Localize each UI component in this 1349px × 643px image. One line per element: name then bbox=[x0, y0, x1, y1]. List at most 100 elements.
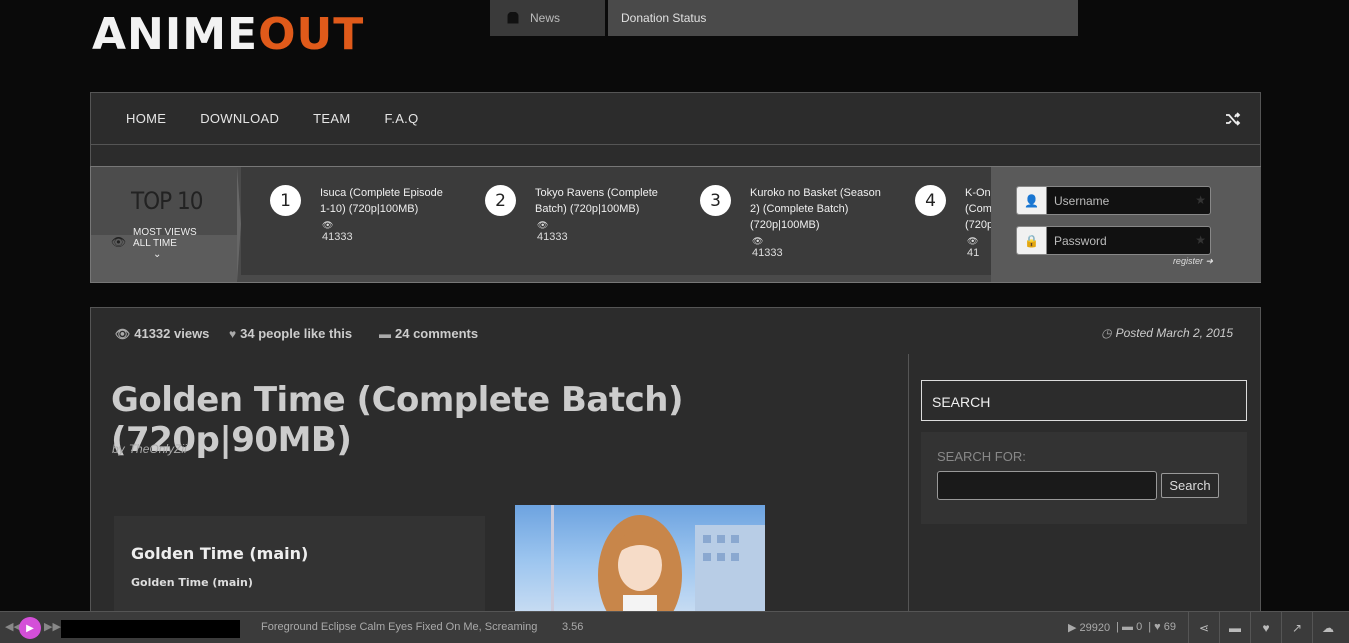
info-box-subheading: Golden Time (main) bbox=[131, 576, 253, 589]
user-icon: 👤 bbox=[1017, 187, 1047, 214]
by-label: by bbox=[112, 442, 125, 456]
views-stat: 👁 41332 views bbox=[115, 326, 209, 341]
filter-most-views: MOST VIEWS bbox=[133, 227, 197, 238]
menu-faq[interactable]: F.A.Q bbox=[384, 111, 418, 126]
heart-icon: ♥ bbox=[229, 326, 237, 341]
next-icon[interactable]: ▶▶ bbox=[44, 620, 61, 633]
register-link[interactable]: register ➜ bbox=[1173, 256, 1213, 267]
views-count: 41333 bbox=[752, 247, 783, 259]
redacted-artist bbox=[61, 620, 240, 638]
star-icon: ★ bbox=[1195, 193, 1206, 207]
eye-icon: 👁 bbox=[537, 220, 549, 230]
views-text: 41332 views bbox=[134, 326, 210, 341]
play-button[interactable]: ▶ bbox=[19, 617, 41, 639]
news-label: News bbox=[530, 11, 561, 25]
logo-text-anime: ANIME bbox=[92, 9, 259, 60]
rank-number: 3 bbox=[700, 185, 731, 216]
eye-icon: 👁 bbox=[752, 236, 764, 246]
rank-number: 4 bbox=[915, 185, 946, 216]
main-menu: HOME DOWNLOAD TEAM F.A.Q bbox=[90, 92, 1261, 145]
comment-icon[interactable]: ▬ bbox=[1219, 612, 1250, 643]
anime-poster-image bbox=[515, 505, 765, 615]
plays-count: 29920 bbox=[1079, 622, 1111, 634]
eye-icon: 👁 bbox=[322, 220, 334, 230]
filter-all-time: ALL TIME bbox=[133, 238, 177, 249]
site-logo[interactable]: ANIMEOUT bbox=[92, 6, 452, 64]
logo-text-out: OUT bbox=[258, 9, 365, 60]
clock-icon: ◷ bbox=[1101, 326, 1112, 340]
username-input[interactable] bbox=[1047, 193, 1187, 208]
search-widget: SEARCH FOR: Search bbox=[921, 432, 1247, 524]
search-for-label: SEARCH FOR: bbox=[937, 449, 1026, 464]
author-link[interactable]: TheOnlyZii bbox=[129, 442, 187, 456]
views-count: 41 bbox=[967, 247, 980, 259]
external-link-icon[interactable]: ↗ bbox=[1281, 612, 1312, 643]
item-title[interactable]: Isuca (Complete Episode 1-10) (720p|100M… bbox=[320, 185, 455, 217]
item-views: 👁41333 bbox=[537, 219, 568, 243]
sidebar: SEARCH SEARCH FOR: Search bbox=[909, 354, 1261, 614]
top10-filter-label: MOST VIEWS ALL TIME bbox=[133, 227, 197, 249]
info-box: Golden Time (main) Golden Time (main) bbox=[114, 516, 485, 616]
item-title[interactable]: Kuroko no Basket (Season 2) (Complete Ba… bbox=[750, 185, 885, 233]
views-count: 41333 bbox=[537, 231, 568, 243]
search-button[interactable]: Search bbox=[1161, 473, 1219, 498]
eye-icon: 👁 bbox=[115, 326, 131, 341]
menu-team[interactable]: TEAM bbox=[313, 111, 350, 126]
rank-number: 1 bbox=[270, 185, 301, 216]
menu-home[interactable]: HOME bbox=[126, 111, 166, 126]
audio-player-bar: ◀◀ ▶ ▶▶ Foreground Eclipse Calm Eyes Fix… bbox=[0, 611, 1349, 643]
eye-icon: 👁 bbox=[967, 236, 979, 246]
top10-filter[interactable]: 👁 MOST VIEWS ALL TIME ⌄ bbox=[91, 227, 237, 282]
search-widget-title: SEARCH bbox=[921, 380, 1247, 421]
comments-count: 0 bbox=[1136, 621, 1143, 633]
eye-icon: 👁 bbox=[111, 235, 127, 249]
lock-icon: 🔒 bbox=[1017, 227, 1047, 254]
login-panel: 👤 ★ 🔒 ★ register ➜ bbox=[991, 167, 1261, 282]
likes-count: 69 bbox=[1163, 621, 1176, 633]
top10-list: 1 Isuca (Complete Episode 1-10) (720p|10… bbox=[241, 167, 991, 275]
item-views: 👁41333 bbox=[322, 219, 353, 243]
item-title[interactable]: K-On! (Comp (720p bbox=[965, 185, 991, 233]
top10-title: TOP 10 bbox=[131, 187, 204, 215]
post-meta-bar: 👁 41332 views ♥ 34 people like this ▬ 24 co… bbox=[90, 307, 1261, 355]
play-count-icon: ▶ bbox=[1068, 622, 1077, 634]
soundcloud-icon[interactable]: ☁ bbox=[1312, 612, 1343, 643]
post-content: Golden Time (Complete Batch) (720p|90MB)… bbox=[90, 354, 909, 616]
top-nav: News Donation Status bbox=[490, 0, 1078, 36]
post-byline: by TheOnlyZii bbox=[112, 442, 187, 456]
track-duration: 3.56 bbox=[562, 621, 584, 633]
player-actions: ⋖ ▬ ♥ ↗ ☁ bbox=[1188, 612, 1343, 643]
username-field[interactable]: 👤 ★ bbox=[1016, 186, 1211, 215]
item-title[interactable]: Tokyo Ravens (Complete Batch) (720p|100M… bbox=[535, 185, 670, 217]
menu-substrip bbox=[90, 145, 1261, 166]
search-input[interactable] bbox=[937, 471, 1157, 500]
likes-stat[interactable]: ♥ 34 people like this bbox=[229, 326, 352, 341]
track-title[interactable]: Foreground Eclipse Calm Eyes Fixed On Me… bbox=[261, 621, 537, 633]
info-box-heading: Golden Time (main) bbox=[131, 544, 309, 563]
comment-icon: ▬ bbox=[1122, 621, 1134, 633]
share-icon[interactable]: ⋖ bbox=[1188, 612, 1219, 643]
password-input[interactable] bbox=[1047, 233, 1187, 248]
password-field[interactable]: 🔒 ★ bbox=[1016, 226, 1211, 255]
star-icon: ★ bbox=[1195, 233, 1206, 247]
track-stats: ▶ 29920 | ▬ 0 | ♥ 69 bbox=[1068, 621, 1176, 634]
android-icon bbox=[506, 11, 520, 24]
heart-icon[interactable]: ♥ bbox=[1250, 612, 1281, 643]
heart-icon: ♥ bbox=[1154, 621, 1161, 633]
menu-download[interactable]: DOWNLOAD bbox=[200, 111, 279, 126]
rank-number: 2 bbox=[485, 185, 516, 216]
comment-icon: ▬ bbox=[379, 326, 391, 341]
donation-status-tab[interactable]: Donation Status bbox=[608, 0, 1078, 36]
news-tab[interactable]: News bbox=[490, 0, 605, 36]
views-count: 41333 bbox=[322, 231, 353, 243]
shuffle-icon[interactable] bbox=[1224, 110, 1242, 128]
likes-stat: | ♥ 69 bbox=[1148, 621, 1176, 633]
item-views: 👁41 bbox=[967, 235, 982, 259]
chevron-down-icon: ⌄ bbox=[153, 249, 162, 260]
item-views: 👁41333 bbox=[752, 235, 783, 259]
posted-date: ◷ Posted March 2, 2015 bbox=[1101, 326, 1233, 340]
donation-label: Donation Status bbox=[621, 11, 707, 25]
comments-stat: | ▬ 0 bbox=[1116, 621, 1143, 633]
comments-stat[interactable]: ▬ 24 comments bbox=[379, 326, 478, 341]
register-label: register bbox=[1172, 256, 1203, 266]
